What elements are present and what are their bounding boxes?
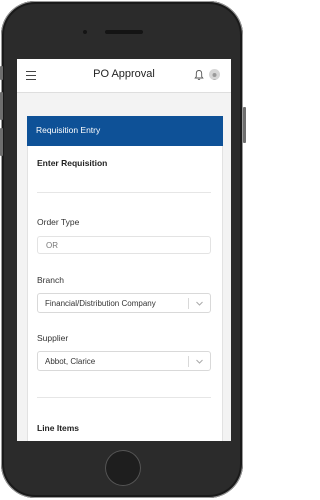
select-separator xyxy=(188,356,189,367)
volume-down-button xyxy=(0,128,3,156)
requisition-card: Requisition Entry Enter Requisition Orde… xyxy=(27,116,223,441)
order-type-field[interactable]: OR xyxy=(37,236,211,254)
chevron-down-icon[interactable] xyxy=(195,357,204,366)
power-button xyxy=(243,107,246,143)
speaker-grille xyxy=(105,30,143,34)
top-bar: PO Approval xyxy=(17,59,231,93)
bell-icon[interactable] xyxy=(194,69,204,81)
front-camera xyxy=(83,30,87,34)
branch-label: Branch xyxy=(37,275,64,285)
select-separator xyxy=(188,298,189,309)
home-button[interactable] xyxy=(105,450,141,486)
card-title: Requisition Entry xyxy=(36,125,101,135)
user-icon[interactable] xyxy=(209,69,220,80)
order-type-label: Order Type xyxy=(37,217,80,227)
section-title-enter-requisition: Enter Requisition xyxy=(37,158,108,168)
content-area: Requisition Entry Enter Requisition Orde… xyxy=(17,93,231,441)
section-title-line-items: Line Items xyxy=(37,423,80,433)
branch-value: Financial/Distribution Company xyxy=(45,299,156,308)
divider xyxy=(37,192,211,193)
supplier-label: Supplier xyxy=(37,333,69,343)
volume-up-button xyxy=(0,92,3,120)
phone-frame: PO Approval Requisition Entry Enter Requ… xyxy=(1,1,243,498)
branch-select[interactable]: Financial/Distribution Company xyxy=(37,293,211,313)
order-type-value: OR xyxy=(46,241,58,250)
app-screen: PO Approval Requisition Entry Enter Requ… xyxy=(17,59,231,441)
supplier-value: Abbot, Clarice xyxy=(45,357,96,366)
card-header: Requisition Entry xyxy=(27,116,223,146)
mute-switch xyxy=(0,66,3,80)
chevron-down-icon[interactable] xyxy=(195,299,204,308)
divider xyxy=(37,397,211,398)
supplier-select[interactable]: Abbot, Clarice xyxy=(37,351,211,371)
